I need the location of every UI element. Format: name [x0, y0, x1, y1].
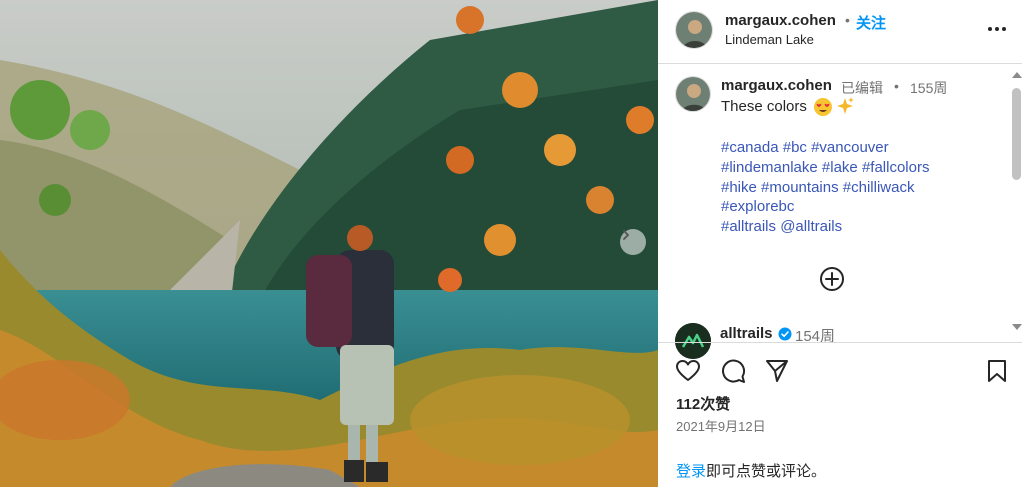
hashtag-link[interactable]: #mountains	[761, 179, 839, 196]
comment-icon[interactable]	[720, 358, 746, 384]
next-photo-button[interactable]	[620, 229, 646, 255]
scroll-up-arrow-icon[interactable]	[1012, 72, 1022, 78]
heart-eyes-emoji-icon	[814, 98, 832, 116]
hashtag-link[interactable]: #vancouver	[811, 139, 889, 156]
header-username[interactable]: margaux.cohen	[725, 12, 836, 29]
more-options-icon[interactable]	[986, 18, 1008, 40]
hashtag-list: #canada #bc #vancouver #lindemanlake #la…	[721, 138, 991, 237]
hashtag-link[interactable]: #lake	[822, 159, 858, 176]
caption-separator-dot: •	[894, 78, 899, 94]
user-avatar-image	[676, 77, 710, 111]
login-link[interactable]: 登录	[676, 463, 706, 480]
post-photo[interactable]	[0, 0, 658, 487]
hashtag-line: #explorebc	[721, 197, 991, 217]
mention-link[interactable]: @alltrails	[780, 218, 842, 235]
avatar[interactable]	[675, 11, 713, 49]
hashtag-line: #alltrails @alltrails	[721, 217, 991, 237]
send-icon[interactable]	[764, 358, 790, 384]
post-header: margaux.cohen • 关注 Lindeman Lake	[658, 0, 1022, 64]
post-date: 2021年9月12日	[676, 419, 766, 434]
comment-username[interactable]: alltrails	[720, 325, 773, 342]
edited-label: 已编辑	[841, 80, 883, 96]
caption-username[interactable]: margaux.cohen	[721, 77, 832, 94]
login-prompt: 登录即可点赞或评论。	[676, 460, 826, 481]
verified-badge-icon	[778, 327, 792, 341]
scroll-down-arrow-icon[interactable]	[1012, 324, 1022, 330]
header-separator-dot: •	[845, 12, 850, 28]
hashtag-link[interactable]: #alltrails	[721, 218, 776, 235]
user-avatar-image	[676, 12, 712, 48]
follow-button[interactable]: 关注	[856, 12, 886, 33]
location-link[interactable]: Lindeman Lake	[725, 32, 814, 47]
sparkles-emoji-icon	[837, 97, 854, 114]
hashtag-link[interactable]: #canada	[721, 139, 779, 156]
scrollbar-thumb[interactable]	[1012, 88, 1021, 180]
caption-timestamp: 155周	[910, 80, 948, 96]
hashtag-link[interactable]: #hike	[721, 179, 757, 196]
hashtag-line: #lindemanlake #lake #fallcolors	[721, 158, 991, 178]
hashtag-line: #canada #bc #vancouver	[721, 138, 991, 158]
load-more-comments-icon[interactable]	[819, 266, 845, 292]
post-side-panel: margaux.cohen • 关注 Lindeman Lake margaux…	[658, 0, 1022, 487]
hashtag-line: #hike #mountains #chilliwack	[721, 178, 991, 198]
caption-avatar[interactable]	[675, 76, 711, 112]
caption-text: These colors	[721, 98, 807, 115]
lake-landscape-image	[0, 0, 658, 487]
chevron-right-icon	[623, 230, 630, 240]
heart-icon[interactable]	[675, 358, 701, 384]
hashtag-link[interactable]: #explorebc	[721, 198, 794, 215]
hashtag-link[interactable]: #lindemanlake	[721, 159, 818, 176]
hashtag-link[interactable]: #fallcolors	[862, 159, 930, 176]
hashtag-link[interactable]: #chilliwack	[843, 179, 915, 196]
login-prompt-text: 即可点赞或评论。	[706, 463, 827, 480]
hashtag-link[interactable]: #bc	[783, 139, 807, 156]
post-actions: 112次赞 2021年9月12日 登录即可点赞或评论。	[658, 342, 1022, 487]
like-count[interactable]: 112次赞	[676, 393, 730, 414]
bookmark-icon[interactable]	[984, 358, 1010, 384]
